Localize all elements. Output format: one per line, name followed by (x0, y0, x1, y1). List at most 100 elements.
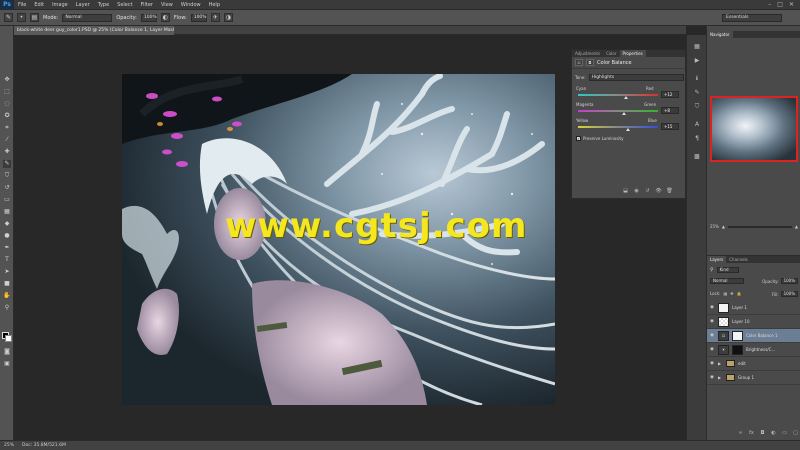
tone-select[interactable]: Highlights (588, 74, 684, 81)
link-layers-icon[interactable]: ∞ (737, 430, 744, 437)
clone-source-icon[interactable]: ⛉ (693, 103, 701, 111)
eye-icon[interactable]: ◉ (709, 333, 715, 338)
slider-thumb[interactable] (625, 128, 630, 131)
navigator-zoom-slider[interactable] (727, 225, 792, 228)
status-zoom[interactable]: 25% (4, 443, 14, 448)
layer-item[interactable]: ◉ ☀ Brightness/C... (707, 343, 800, 357)
tab-navigator[interactable]: Navigator (707, 31, 733, 38)
visibility-icon[interactable]: 👁 (655, 188, 662, 195)
brush-panel-icon[interactable]: ▤ (30, 13, 39, 22)
add-mask-icon[interactable]: ◘ (759, 430, 766, 437)
menu-window[interactable]: Window (177, 0, 205, 10)
menu-type[interactable]: Type (94, 0, 113, 10)
clip-to-layer-icon[interactable]: ⬓ (622, 188, 629, 195)
clone-stamp-tool-icon[interactable]: ⛉ (3, 172, 11, 180)
navigator-preview[interactable] (710, 96, 798, 162)
tab-properties[interactable]: Properties (619, 50, 646, 57)
lock-all-icon[interactable]: 🔒 (737, 291, 742, 296)
brush-panel-icon[interactable]: ✎ (693, 89, 701, 97)
brush-preset-icon[interactable]: ✎ (4, 13, 13, 22)
workspace-select[interactable]: Essentials (722, 14, 782, 22)
slider-thumb[interactable] (621, 112, 626, 115)
reset-icon[interactable]: ↺ (644, 188, 651, 195)
pressure-size-icon[interactable]: ◑ (223, 13, 233, 22)
lasso-tool-icon[interactable]: ◌ (3, 100, 11, 108)
menu-select[interactable]: Select (113, 0, 136, 10)
menu-help[interactable]: Help (205, 0, 224, 10)
blur-tool-icon[interactable]: ◆ (3, 220, 11, 228)
flow-input[interactable]: 100% (190, 13, 207, 22)
airbrush-icon[interactable]: ✈ (210, 13, 220, 22)
brush-size-icon[interactable]: • (17, 13, 26, 22)
minimize-icon[interactable]: – (768, 1, 771, 8)
layer-kind-select[interactable]: Kind (716, 267, 739, 273)
pressure-opacity-icon[interactable]: ◐ (160, 13, 170, 22)
slider-value-input[interactable]: +15 (661, 123, 679, 130)
paragraph-panel-icon[interactable]: ¶ (693, 135, 701, 143)
zoom-tool-icon[interactable]: ⚲ (3, 304, 11, 312)
layer-item[interactable]: ◉ Layer 1 (707, 301, 800, 315)
layer-mask-icon[interactable]: ◘ (586, 59, 594, 66)
history-brush-tool-icon[interactable]: ↺ (3, 184, 11, 192)
character-panel-icon[interactable]: A (693, 121, 701, 129)
lock-pixels-icon[interactable]: ▦ (723, 291, 727, 296)
swatches-panel-icon[interactable]: ▩ (693, 153, 701, 161)
photoshop-logo[interactable]: Ps (0, 0, 14, 10)
slider-value-input[interactable]: +12 (661, 91, 679, 98)
close-icon[interactable]: ✕ (789, 1, 794, 8)
hand-tool-icon[interactable]: ✋ (3, 292, 11, 300)
layer-group[interactable]: ◉ ▶ Group 1 (707, 371, 800, 385)
layer-item[interactable]: ◉ Layer 10 (707, 315, 800, 329)
type-tool-icon[interactable]: T (3, 256, 11, 264)
layer-fill-input[interactable]: 100% (780, 291, 798, 297)
menu-layer[interactable]: Layer (72, 0, 94, 10)
info-panel-icon[interactable]: ℹ (693, 75, 701, 83)
menu-view[interactable]: View (157, 0, 177, 10)
preserve-luminosity-checkbox[interactable]: ✓ (576, 136, 581, 141)
brush-tool-icon[interactable]: ✎ (3, 160, 11, 168)
crop-tool-icon[interactable]: ⌗ (3, 124, 11, 132)
layer-item-selected[interactable]: ◉ ⚖ Color Balance 1 (707, 329, 800, 343)
lock-position-icon[interactable]: ✥ (730, 291, 733, 296)
dodge-tool-icon[interactable]: ● (3, 232, 11, 240)
expand-arrow-icon[interactable]: ▶ (718, 375, 723, 380)
layer-mask-thumbnail[interactable] (732, 330, 743, 341)
tab-color[interactable]: Color (603, 50, 619, 57)
eye-icon[interactable]: ◉ (709, 347, 715, 352)
layer-group[interactable]: ◉ ▶ edit (707, 357, 800, 371)
eye-icon[interactable]: ◉ (709, 361, 715, 366)
menu-filter[interactable]: Filter (137, 0, 157, 10)
marquee-tool-icon[interactable]: ⬚ (3, 88, 11, 96)
history-panel-icon[interactable]: ▦ (693, 43, 701, 51)
eye-icon[interactable]: ◉ (709, 375, 715, 380)
slider-track[interactable] (578, 94, 658, 96)
background-color-swatch[interactable] (5, 335, 12, 342)
view-previous-icon[interactable]: ◉ (633, 188, 640, 195)
status-doc-size[interactable]: Doc: 35.8M/521.6M (22, 443, 66, 448)
eye-icon[interactable]: ◉ (709, 305, 715, 310)
slider-thumb[interactable] (624, 96, 628, 99)
path-select-tool-icon[interactable]: ➤ (3, 268, 11, 276)
shape-tool-icon[interactable]: ■ (3, 280, 11, 288)
zoom-in-icon[interactable]: ▲ (795, 224, 798, 229)
quick-mask-icon[interactable]: ◙ (3, 348, 11, 356)
zoom-out-icon[interactable]: ▲ (722, 224, 725, 229)
layer-opacity-input[interactable]: 100% (780, 278, 798, 284)
tab-channels[interactable]: Channels (726, 256, 751, 263)
blend-mode-select[interactable]: Normal (710, 278, 744, 284)
menu-edit[interactable]: Edit (30, 0, 48, 10)
opacity-input[interactable]: 100% (140, 13, 157, 22)
slider-value-input[interactable]: +8 (661, 107, 679, 114)
menu-image[interactable]: Image (48, 0, 72, 10)
new-layer-icon[interactable]: ▢ (792, 430, 799, 437)
slider-track[interactable] (578, 126, 658, 128)
tab-layers[interactable]: Layers (707, 256, 727, 263)
gradient-tool-icon[interactable]: ▦ (3, 208, 11, 216)
tab-adjustments[interactable]: Adjustments (572, 50, 603, 57)
maximize-icon[interactable]: □ (777, 1, 783, 8)
new-group-icon[interactable]: ▭ (781, 430, 788, 437)
quick-select-tool-icon[interactable]: ✪ (3, 112, 11, 120)
slider-track[interactable] (578, 110, 658, 112)
eraser-tool-icon[interactable]: ▭ (3, 196, 11, 204)
document-tab[interactable]: black-white deer guy_color1.PSD @ 25% (C… (14, 26, 174, 35)
